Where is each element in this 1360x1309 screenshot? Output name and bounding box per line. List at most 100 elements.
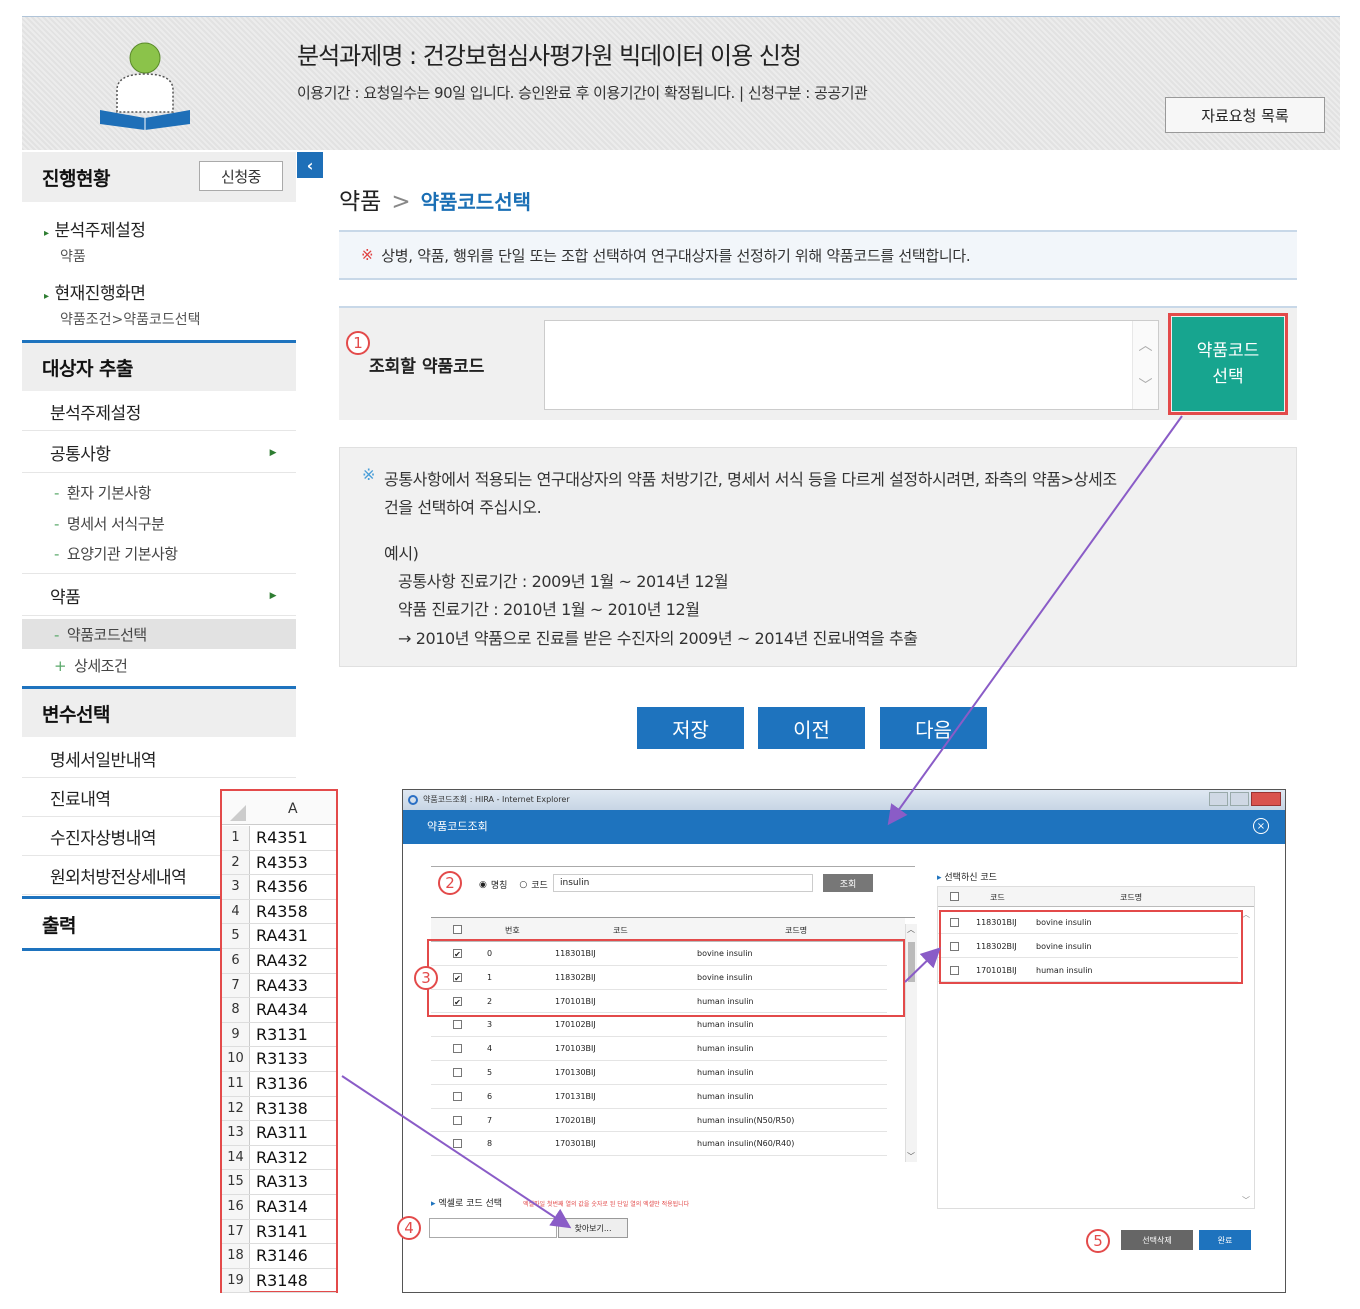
drug-code-select-button[interactable]: 약품코드 선택 xyxy=(1168,313,1288,415)
common-label: 공통사항 xyxy=(50,445,111,465)
excel-row-number: 10 xyxy=(222,1047,250,1071)
sidebar-item-topic[interactable]: 분석주제설정 xyxy=(22,393,296,431)
cell-name: human insulin(N50/R50) xyxy=(697,1115,795,1125)
radio-code[interactable]: ○ xyxy=(519,880,527,890)
save-button[interactable]: 저장 xyxy=(637,707,744,749)
selected-all-checkbox[interactable] xyxy=(950,892,959,901)
excel-row-number: 15 xyxy=(222,1170,250,1194)
button-line-1: 약품코드 xyxy=(1196,340,1260,361)
minimize-icon[interactable] xyxy=(1209,792,1229,806)
window-close-icon[interactable] xyxy=(1251,792,1281,806)
sidebar-sub-patient[interactable]: - 환자 기본사항 xyxy=(54,482,152,503)
maximize-icon[interactable] xyxy=(1230,792,1250,806)
chevron-down-icon[interactable]: ﹀ xyxy=(907,1151,915,1162)
chevron-up-icon[interactable]: ︿ xyxy=(1242,909,1250,920)
row-checkbox[interactable] xyxy=(453,1139,462,1149)
next-button[interactable]: 다음 xyxy=(880,707,987,749)
excel-header-row: A xyxy=(222,791,336,825)
sidebar-sub-form[interactable]: - 명세서 서식구분 xyxy=(54,513,165,534)
done-button[interactable]: 완료 xyxy=(1199,1230,1251,1250)
row-checkbox[interactable] xyxy=(453,1091,462,1101)
table-row[interactable]: 5 170130BIJ human insulin xyxy=(431,1061,887,1085)
delete-selected-button[interactable]: 선택삭제 xyxy=(1121,1230,1193,1250)
chevron-down-icon[interactable]: ﹀ xyxy=(1242,1195,1250,1206)
note-line-1: 공통사항에서 적용되는 연구대상자의 약품 처방기간, 명세서 서식 등을 다르… xyxy=(384,470,1117,489)
sub-label: 약품코드선택 xyxy=(66,626,147,644)
excel-row-number: 19 xyxy=(222,1268,250,1293)
excel-import-label: ▸ 엑셀로 코드 선택 xyxy=(431,1196,502,1209)
select-all-checkbox[interactable] xyxy=(453,925,462,934)
cell-name: human insulin xyxy=(697,1068,754,1077)
common-settings-note: ※ 공통사항에서 적용되는 연구대상자의 약품 처방기간, 명세서 서식 등을 … xyxy=(339,447,1297,667)
file-path-input[interactable] xyxy=(429,1218,557,1238)
table-row[interactable]: 7 170201BIJ human insulin(N50/R50) xyxy=(431,1109,887,1133)
selected-codes-title-text: 선택하신 코드 xyxy=(944,873,997,883)
scroll-thumb[interactable] xyxy=(908,942,915,982)
drug-label: 약품 xyxy=(50,588,81,608)
cell-code: 170201BIJ xyxy=(555,1115,596,1125)
row-checkbox[interactable] xyxy=(453,1115,462,1125)
textarea-scrollbar[interactable]: ︿ ﹀ xyxy=(1132,321,1158,409)
status-badge: 신청중 xyxy=(199,161,283,191)
excel-row-number: 16 xyxy=(222,1195,250,1219)
sidebar-sub-drug-code[interactable]: - 약품코드선택 xyxy=(54,624,147,645)
excel-row-number: 11 xyxy=(222,1072,250,1096)
extract-section-title: 대상자 추출 xyxy=(22,343,296,391)
cell-no: 6 xyxy=(487,1091,493,1101)
sidebar-item-drug[interactable]: 약품 ▶ xyxy=(22,576,296,616)
current-screen-value: 약품조건>약품코드선택 xyxy=(60,312,201,328)
sidebar-item-common[interactable]: 공통사항 ▶ xyxy=(22,433,296,473)
search-button[interactable]: 조회 xyxy=(823,874,873,892)
browse-button[interactable]: 찾아보기... xyxy=(558,1218,628,1238)
excel-cell-value: R3131 xyxy=(256,1024,308,1044)
row-checkbox[interactable] xyxy=(453,1044,462,1054)
grid-scrollbar[interactable]: ︿ ﹀ xyxy=(905,924,917,1162)
excel-row-number: 6 xyxy=(222,949,250,973)
search-type-radios: ◉ 명칭 ○ 코드 xyxy=(479,878,548,892)
close-icon[interactable]: × xyxy=(1253,818,1269,834)
info-note: ※ 상병, 약품, 행위를 단일 또는 조합 선택하여 연구대상자를 선정하기 위… xyxy=(339,230,1297,280)
radio-name-selected[interactable]: ◉ xyxy=(479,880,487,890)
radio-code-label: 코드 xyxy=(531,881,548,891)
ie-icon xyxy=(408,795,418,805)
chevron-up-icon[interactable]: ︿ xyxy=(907,924,915,935)
search-input[interactable]: insulin xyxy=(553,874,813,892)
marker-1: 1 xyxy=(346,331,370,355)
sidebar-collapse-icon[interactable]: ‹ xyxy=(297,152,323,178)
cell-no: 4 xyxy=(487,1044,493,1054)
col-code: 코드 xyxy=(613,926,628,935)
table-row[interactable]: 8 170301BIJ human insulin(N60/R40) xyxy=(431,1132,887,1157)
prev-button[interactable]: 이전 xyxy=(758,707,865,749)
cell-code: 170130BIJ xyxy=(555,1068,596,1077)
table-row[interactable]: 6 170131BIJ human insulin xyxy=(431,1085,887,1109)
chevron-up-icon[interactable]: ︿ xyxy=(1139,335,1153,355)
excel-row: 3 R4356 xyxy=(222,875,336,900)
excel-row-number: 1 xyxy=(222,826,250,850)
popup-window-titlebar: 약품코드조회 : HIRA - Internet Explorer xyxy=(403,790,1285,810)
chevron-down-icon[interactable]: ﹀ xyxy=(1139,375,1153,395)
excel-row: 6 RA432 xyxy=(222,949,336,974)
excel-row-number: 9 xyxy=(222,1022,250,1047)
excel-row: 12 R3138 xyxy=(222,1096,336,1122)
topic-setting-label: ▸ 분석주제설정 xyxy=(44,216,146,241)
plus-icon: + xyxy=(54,657,67,675)
row-checkbox[interactable] xyxy=(453,1020,462,1030)
sidebar-sub-institution[interactable]: - 요양기관 기본사항 xyxy=(54,543,178,564)
example-line-3: → 2010년 약품으로 진료를 받은 수진자의 2009년 ~ 2014년 진… xyxy=(398,629,918,648)
cell-code: 170301BIJ xyxy=(555,1139,596,1149)
row-checkbox[interactable] xyxy=(453,1068,462,1077)
sub-label: 환자 기본사항 xyxy=(66,484,152,502)
query-row: 조회할 약품코드 ︿ ﹀ xyxy=(339,306,1297,420)
cell-name: human insulin(N60/R40) xyxy=(697,1139,795,1149)
query-code-textarea[interactable]: ︿ ﹀ xyxy=(544,320,1159,410)
excel-row: 16 RA314 xyxy=(222,1195,336,1220)
excel-cell-value: RA314 xyxy=(256,1197,308,1216)
request-list-button[interactable]: 자료요청 목록 xyxy=(1165,97,1325,133)
sidebar-item-claims[interactable]: 명세서일반내역 xyxy=(22,740,296,778)
cell-code: 170131BIJ xyxy=(555,1091,596,1101)
popup-header: 약품코드조회 xyxy=(403,810,1285,844)
marker-4: 4 xyxy=(397,1216,421,1240)
table-row[interactable]: 4 170103BIJ human insulin xyxy=(431,1037,887,1061)
excel-cell-value: R4358 xyxy=(256,901,308,921)
sidebar-sub-detail[interactable]: + 상세조건 xyxy=(54,655,128,676)
